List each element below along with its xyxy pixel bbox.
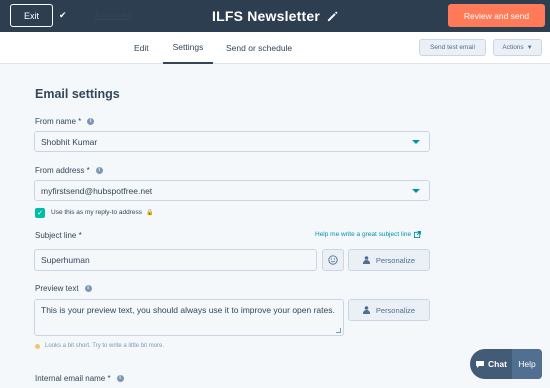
- person-icon: [362, 256, 370, 264]
- preview-text-label: Preview text i: [35, 284, 92, 293]
- info-icon[interactable]: i: [95, 167, 103, 174]
- tab-edit[interactable]: Edit: [134, 32, 149, 64]
- subject-line-input[interactable]: Superhuman: [34, 249, 317, 271]
- subject-personalize-button[interactable]: Personalize: [348, 249, 430, 271]
- chat-widget: Chat Help: [470, 349, 542, 379]
- subject-line-label: Subject line *: [35, 231, 82, 240]
- from-name-label-text: From name *: [35, 117, 82, 126]
- help-button[interactable]: Help: [512, 349, 542, 379]
- preview-personalize-button[interactable]: Personalize: [348, 299, 430, 321]
- reply-to-label-text: Use this as my reply-to address: [51, 209, 143, 216]
- chat-button[interactable]: Chat: [470, 349, 512, 379]
- smiley-icon: [328, 255, 338, 265]
- subject-line-value: Superhuman: [41, 255, 90, 265]
- from-name-select[interactable]: Shobhit Kumar: [34, 131, 430, 152]
- preview-text-label-text: Preview text: [35, 284, 79, 293]
- caret-down-icon: ▼: [526, 44, 533, 51]
- email-settings-panel: Email settings From name * i Shobhit Kum…: [0, 64, 550, 388]
- actions-label: Actions: [502, 44, 524, 51]
- subject-help-link[interactable]: Help me write a great subject line: [315, 231, 422, 238]
- tab-send-or-schedule[interactable]: Send or schedule: [226, 32, 292, 64]
- chat-bubble-icon: [476, 360, 485, 368]
- from-name-label: From name * i: [35, 117, 95, 126]
- person-icon: [362, 306, 370, 314]
- info-icon[interactable]: i: [84, 285, 92, 292]
- subject-help-text: Help me write a great subject line: [315, 231, 412, 238]
- top-bar: Exit ✔ Autosaved ILFS Newsletter Review …: [0, 0, 550, 32]
- from-address-select[interactable]: myfirstsend@hubspotfree.net: [34, 180, 430, 201]
- from-address-label-text: From address *: [35, 166, 90, 175]
- from-address-value: myfirstsend@hubspotfree.net: [41, 185, 153, 196]
- external-link-icon: [414, 231, 422, 238]
- review-and-send-button[interactable]: Review and send: [448, 4, 545, 27]
- preview-text-input[interactable]: This is your preview text, you should al…: [34, 299, 344, 336]
- info-icon[interactable]: i: [116, 375, 124, 382]
- preview-warning: Looks a bit short. Try to write a little…: [35, 343, 164, 349]
- personalize-label: Personalize: [375, 305, 416, 315]
- chat-label: Chat: [488, 359, 507, 369]
- personalize-label: Personalize: [375, 255, 416, 265]
- lock-icon: 🔒: [146, 210, 154, 216]
- reply-to-label: Use this as my reply-to address 🔒: [51, 209, 154, 216]
- from-address-label: From address * i: [35, 166, 103, 175]
- actions-dropdown[interactable]: Actions ▼: [493, 39, 542, 56]
- tab-settings[interactable]: Settings: [163, 32, 213, 64]
- email-title: ILFS Newsletter: [211, 8, 321, 24]
- from-name-value: Shobhit Kumar: [41, 136, 98, 147]
- caret-down-icon: [412, 139, 420, 144]
- preview-warning-text: Looks a bit short. Try to write a little…: [45, 343, 165, 349]
- internal-name-label: Internal email name * i: [35, 374, 124, 383]
- caret-down-icon: [412, 188, 420, 193]
- emoji-button[interactable]: [322, 249, 344, 271]
- reply-to-checkbox[interactable]: ✓: [35, 208, 45, 218]
- send-test-email-button[interactable]: Send test email: [419, 39, 486, 56]
- info-icon[interactable]: i: [87, 118, 95, 125]
- preview-text-value: This is your preview text, you should al…: [41, 305, 335, 315]
- internal-name-label-text: Internal email name *: [35, 374, 111, 383]
- resize-handle[interactable]: [336, 328, 341, 333]
- pencil-icon[interactable]: [327, 10, 338, 22]
- warning-dot-icon: [35, 343, 40, 349]
- section-heading: Email settings: [35, 87, 120, 101]
